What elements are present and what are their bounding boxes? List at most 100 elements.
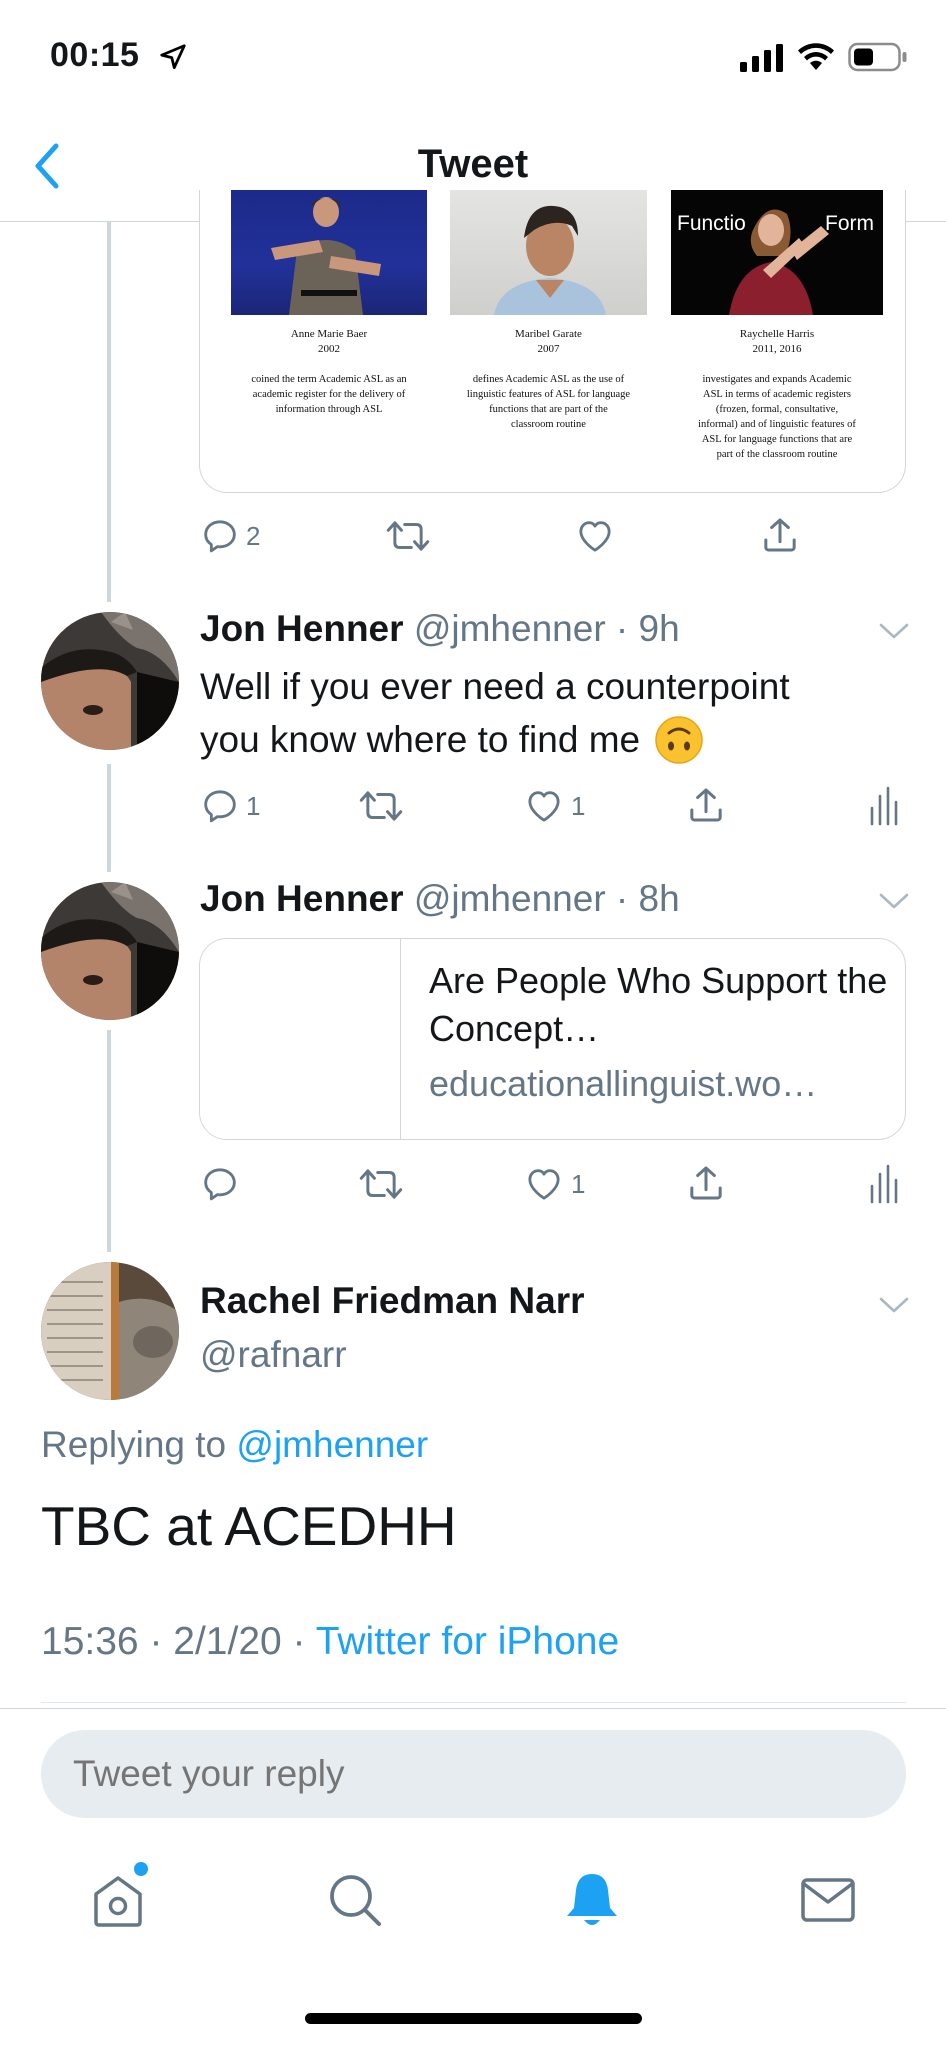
media-person-desc: functions that are part of the	[489, 404, 608, 415]
replying-to-label: Replying to	[41, 1424, 227, 1465]
location-arrow-icon	[160, 44, 186, 69]
replying-to: Replying to @jmhenner	[41, 1424, 428, 1466]
avatar[interactable]	[41, 882, 179, 1020]
media-person-desc: defines Academic ASL as the use of	[472, 374, 625, 385]
like-icon	[579, 521, 611, 552]
retweet-button[interactable]	[358, 1164, 404, 1204]
like-button[interactable]: 1	[523, 1164, 585, 1204]
media-person-desc: information through ASL	[275, 404, 383, 415]
avatar-photo	[41, 612, 179, 750]
share-button[interactable]	[686, 784, 726, 826]
chevron-down-icon[interactable]	[877, 1294, 911, 1316]
media-person-desc: ASL for language functions that are	[701, 434, 853, 445]
analytics-icon	[870, 1164, 898, 1204]
tweet-source-link[interactable]: Twitter for iPhone	[316, 1620, 619, 1663]
link-preview-card[interactable]: Are People Who Support the Concept… educ…	[199, 938, 906, 1140]
like-icon	[528, 1169, 560, 1200]
tweet-text: Well if you ever need a counterpoint you…	[200, 660, 900, 766]
reply-button[interactable]: 1	[200, 786, 260, 826]
link-preview-thumbnail	[200, 939, 401, 1139]
media-person-desc: ASL in terms of academic registers	[702, 389, 852, 400]
author-name: Jon Henner	[200, 878, 404, 919]
media-person-desc: classroom routine	[511, 419, 586, 430]
media-photo-baer	[231, 190, 427, 315]
like-count: 1	[571, 1168, 586, 1199]
share-button[interactable]	[760, 514, 800, 556]
link-preview-title: Are People Who Support the Concept…	[429, 960, 888, 1049]
media-photo-garate	[450, 190, 647, 315]
share-icon	[764, 518, 796, 552]
reply-input[interactable]	[41, 1730, 906, 1818]
like-button[interactable]	[574, 516, 616, 556]
share-icon	[690, 788, 722, 822]
reply-button[interactable]	[200, 1164, 240, 1204]
share-icon	[690, 1166, 722, 1200]
chevron-down-icon[interactable]	[877, 890, 911, 912]
page-title: Tweet	[417, 142, 529, 186]
media-person-desc: coined the term Academic ASL as an	[251, 374, 407, 385]
tweet-time: 15:36	[41, 1620, 139, 1663]
media-person-desc: part of the classroom routine	[716, 449, 838, 460]
analytics-icon	[870, 786, 898, 826]
thread-line	[107, 1030, 111, 1252]
focused-tweet-text: TBC at ACEDHH	[41, 1495, 457, 1557]
tweet-timestamp: 15:36 · 2/1/20 · Twitter for iPhone	[41, 1620, 620, 1663]
notifications-bell-icon[interactable]	[562, 1870, 622, 1930]
battery-icon	[848, 42, 907, 72]
tweet-text-line: Well if you ever need a counterpoint	[200, 666, 790, 707]
tweet-author[interactable]: Jon Henner @jmhenner · 8h	[200, 878, 680, 920]
like-count: 1	[571, 790, 586, 821]
tweet-date: 2/1/20	[173, 1620, 282, 1663]
reply-icon	[204, 1168, 236, 1201]
home-notification-dot	[134, 1862, 148, 1876]
media-photo-harris: Functio Form	[671, 190, 883, 315]
thread-line	[107, 764, 111, 872]
search-icon[interactable]	[325, 1870, 385, 1930]
avatar-photo	[41, 882, 179, 1020]
tweet-media-card[interactable]: Functio Form Anne Marie Baer 2002 coined…	[199, 190, 906, 493]
link-preview-domain: educationallinguist.wo…	[429, 1063, 818, 1104]
reply-count: 2	[246, 520, 261, 551]
focused-tweet-author-handle[interactable]: @rafnarr	[200, 1334, 347, 1376]
divider	[0, 1708, 946, 1709]
avatar[interactable]	[41, 1262, 179, 1400]
author-handle-time: @jmhenner · 8h	[413, 878, 680, 919]
media-person-name: Anne Marie Baer	[290, 328, 368, 340]
wifi-icon	[798, 43, 834, 70]
reply-icon	[204, 790, 236, 823]
avatar[interactable]	[41, 612, 179, 750]
media-person-name: Maribel Garate	[515, 328, 582, 340]
thread-line	[107, 222, 111, 602]
media-person-year: 2007	[537, 343, 560, 355]
avatar-photo	[41, 1262, 179, 1400]
analytics-button[interactable]	[868, 1164, 898, 1204]
tweet-text-line: you know where to find me	[200, 719, 641, 760]
retweet-icon	[359, 1169, 403, 1199]
reply-icon	[204, 520, 236, 553]
like-icon	[528, 791, 560, 822]
retweet-button[interactable]	[385, 516, 431, 556]
messages-icon[interactable]	[798, 1870, 858, 1930]
replying-to-handle-link[interactable]: @jmhenner	[236, 1424, 428, 1465]
home-indicator	[305, 2013, 642, 2024]
tweet-author[interactable]: Jon Henner @jmhenner · 9h	[200, 608, 680, 650]
focused-tweet-author-name[interactable]: Rachel Friedman Narr	[200, 1280, 585, 1322]
media-person-name: Raychelle Harris	[739, 328, 815, 340]
share-button[interactable]	[686, 1162, 726, 1204]
home-icon[interactable]	[88, 1870, 148, 1930]
analytics-button[interactable]	[868, 786, 898, 826]
upside-down-face-emoji-icon	[655, 715, 703, 764]
reply-count: 1	[246, 790, 261, 821]
media-person-year: 2011, 2016	[752, 343, 802, 355]
like-button[interactable]: 1	[523, 786, 585, 826]
media-person-desc: academic register for the delivery of	[252, 389, 406, 400]
retweet-button[interactable]	[358, 786, 404, 826]
chevron-down-icon[interactable]	[877, 620, 911, 642]
reply-button[interactable]: 2	[200, 516, 260, 556]
retweet-icon	[386, 521, 430, 551]
media-person-year: 2002	[318, 343, 340, 355]
retweet-icon	[359, 791, 403, 821]
author-handle-time: @jmhenner · 9h	[413, 608, 680, 649]
media-person-desc: (frozen, formal, consultative,	[715, 404, 839, 415]
media-person-desc: investigates and expands Academic	[702, 374, 852, 385]
